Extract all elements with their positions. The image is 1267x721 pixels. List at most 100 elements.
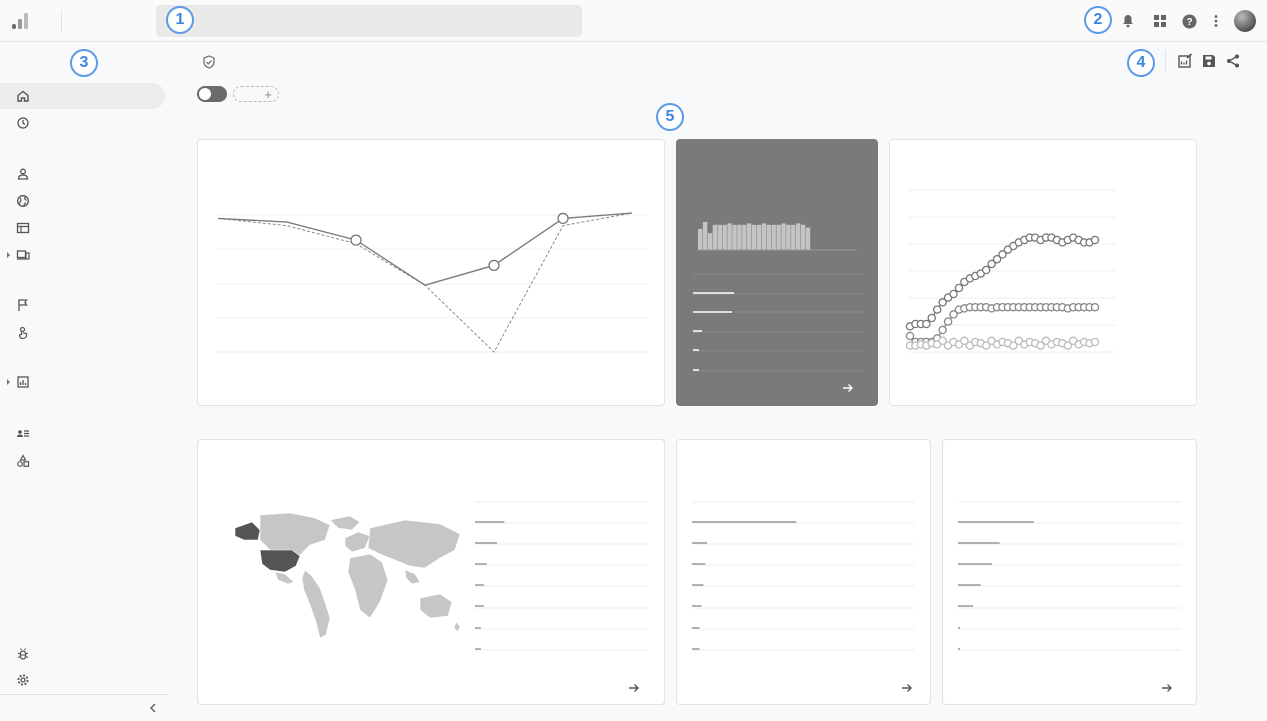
- sidebar-item-explore[interactable]: [0, 448, 165, 474]
- realtime-bar-chart: [693, 222, 863, 372]
- pages-table: [692, 501, 915, 651]
- data-point: [350, 234, 362, 246]
- bar: [781, 223, 786, 250]
- sidebar-item-engagement[interactable]: [0, 320, 165, 346]
- shapes-icon: [17, 454, 30, 467]
- data-point: [949, 289, 958, 299]
- callout-4: 4: [1127, 49, 1155, 77]
- scatter-chart: [905, 189, 1116, 353]
- data-point: [954, 283, 964, 293]
- retention-scatter-card[interactable]: [889, 139, 1197, 406]
- sidebar-item-debug[interactable]: [0, 641, 165, 667]
- person-list-icon: [17, 430, 29, 437]
- data-point: [938, 325, 947, 335]
- top-events-card[interactable]: [942, 439, 1197, 705]
- events-table: [958, 501, 1181, 651]
- sidebar-item-devices[interactable]: [0, 242, 165, 268]
- devices-icon: [16, 250, 30, 260]
- callout-5: 5: [656, 103, 684, 131]
- report-icon: [17, 376, 29, 388]
- bar: [766, 224, 771, 250]
- bar: [761, 223, 767, 250]
- sidebar-item-realtime[interactable]: [0, 110, 165, 136]
- realtime-card[interactable]: [676, 139, 878, 406]
- bar: [756, 224, 762, 250]
- callout-1: 1: [166, 6, 194, 34]
- bar: [751, 224, 757, 250]
- country-table: [475, 501, 648, 651]
- bar: [712, 224, 718, 250]
- sidebar-divider: [0, 694, 168, 695]
- bar: [805, 227, 811, 250]
- sidebar-item-reports[interactable]: [0, 369, 165, 395]
- sidebar-item-geo[interactable]: [0, 188, 165, 214]
- expand-caret-icon[interactable]: [7, 379, 10, 385]
- bar: [747, 223, 752, 250]
- shield-check-icon: [203, 55, 215, 69]
- touch-icon: [19, 326, 28, 340]
- bar: [732, 224, 737, 250]
- arrow-right-icon[interactable]: [899, 680, 915, 696]
- data-point: [905, 331, 915, 341]
- arrow-right-icon[interactable]: [626, 680, 642, 696]
- analytics-logo-icon[interactable]: [9, 10, 31, 32]
- expand-caret-icon[interactable]: [7, 252, 10, 258]
- bar: [722, 224, 727, 250]
- comparison-toggle[interactable]: [197, 86, 227, 102]
- sidebar-item-audiences[interactable]: [0, 421, 165, 447]
- add-comparison-button[interactable]: +: [233, 86, 279, 102]
- bar: [702, 222, 708, 250]
- bar: [707, 233, 713, 250]
- bar: [796, 223, 801, 250]
- flag-icon: [18, 299, 28, 311]
- share-icon[interactable]: [1225, 53, 1241, 69]
- bell-icon[interactable]: [1118, 11, 1138, 31]
- search-input[interactable]: [156, 5, 582, 37]
- country-map-card[interactable]: [197, 439, 665, 705]
- sidebar-item-users[interactable]: [0, 161, 165, 187]
- bar: [698, 229, 703, 250]
- data-point: [981, 265, 991, 275]
- more-vert-icon[interactable]: [1206, 11, 1226, 31]
- header-divider: [1165, 50, 1166, 72]
- sidebar-item-settings[interactable]: [0, 667, 165, 693]
- table-icon: [16, 222, 30, 234]
- data-point: [922, 319, 931, 329]
- data-point: [1090, 302, 1100, 312]
- bar: [771, 224, 776, 250]
- bar: [800, 224, 806, 250]
- svg-text:?: ?: [1186, 17, 1192, 28]
- arrow-right-icon[interactable]: [1159, 680, 1175, 696]
- data-point: [557, 212, 569, 225]
- customize-report-icon[interactable]: [1177, 53, 1193, 69]
- globe-icon: [17, 195, 29, 207]
- data-point: [932, 305, 942, 314]
- sidebar-item-home[interactable]: [0, 83, 165, 109]
- top-pages-card[interactable]: [676, 439, 931, 705]
- bar: [776, 224, 781, 250]
- line-chart: [216, 212, 648, 353]
- save-icon[interactable]: [1201, 53, 1217, 69]
- bar: [791, 224, 796, 250]
- data-point: [927, 313, 937, 323]
- person-icon: [17, 168, 29, 180]
- bar: [737, 224, 742, 250]
- help-icon[interactable]: ?: [1179, 11, 1199, 31]
- avatar[interactable]: [1234, 10, 1256, 32]
- callout-2: 2: [1084, 6, 1112, 34]
- sidebar-item-flag[interactable]: [0, 292, 165, 318]
- data-point: [488, 259, 500, 272]
- bar: [742, 224, 747, 250]
- apps-grid-icon[interactable]: [1150, 11, 1170, 31]
- collapse-sidebar-chevron-icon[interactable]: [146, 701, 160, 715]
- sidebar-item-table[interactable]: [0, 215, 165, 241]
- bar: [717, 224, 722, 250]
- bug-icon: [17, 648, 29, 660]
- data-point: [1090, 337, 1100, 347]
- sidebar: [0, 43, 172, 721]
- users-trend-card[interactable]: [197, 139, 665, 406]
- arrow-right-icon[interactable]: [840, 380, 856, 396]
- bar: [727, 223, 732, 250]
- data-point: [943, 317, 953, 326]
- topbar-divider: [61, 10, 62, 32]
